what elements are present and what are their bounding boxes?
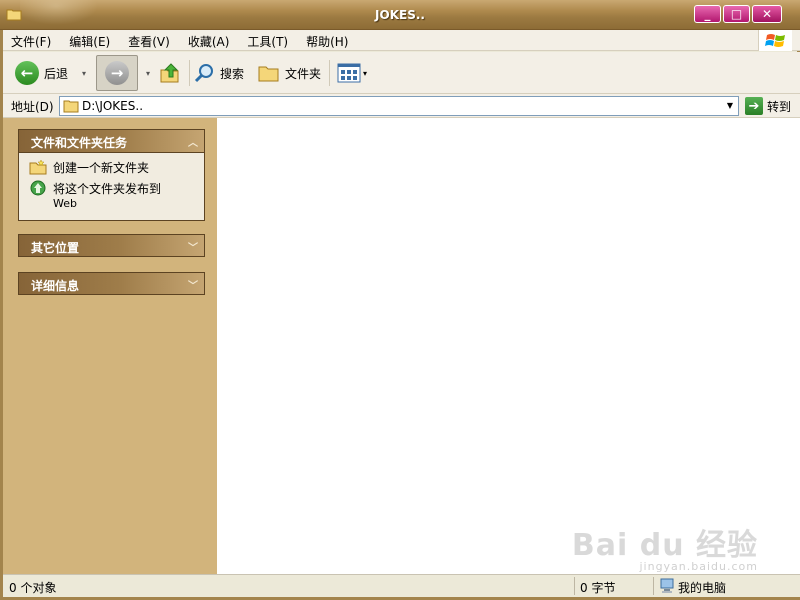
menu-file[interactable]: 文件(F) [11, 33, 51, 50]
up-folder-button[interactable] [159, 58, 181, 88]
search-icon [194, 64, 213, 83]
folders-label: 文件夹 [285, 66, 322, 81]
minimize-button[interactable]: _ [694, 5, 721, 23]
task-publish-web-label: 将这个文件夹发布到 [53, 182, 162, 196]
file-list-view[interactable]: Bai du 经验 jingyan.baidu.com [217, 118, 800, 574]
window-controls: _ □ ✕ [694, 5, 782, 23]
menu-help[interactable]: 帮助(H) [306, 33, 348, 50]
task-publish-web-sub: Web [53, 197, 77, 210]
details-title: 详细信息 [31, 279, 80, 293]
status-separator [574, 577, 575, 595]
maximize-button[interactable]: □ [723, 5, 750, 23]
minimize-icon: _ [704, 7, 711, 21]
search-label: 搜索 [220, 66, 245, 81]
go-arrow-icon: ➔ [745, 97, 763, 115]
forward-button[interactable]: → [96, 55, 138, 91]
status-object-count: 0 个对象 [9, 581, 57, 595]
task-publish-web[interactable]: 将这个文件夹发布到 Web [29, 180, 204, 210]
maximize-icon: □ [730, 7, 743, 21]
windows-logo-icon [758, 30, 792, 51]
file-folder-tasks-title: 文件和文件夹任务 [31, 136, 128, 150]
publish-web-icon [30, 180, 46, 196]
details-panel: 详细信息 ﹀ [18, 272, 205, 295]
forward-dropdown-icon[interactable]: ▾ [143, 58, 153, 88]
title-bar[interactable]: JOKES.. _ □ ✕ [0, 0, 800, 30]
close-button[interactable]: ✕ [752, 5, 782, 23]
address-bar: 地址(D) D:\JOKES.. ▼ ➔ 转到 [3, 94, 800, 118]
file-folder-tasks-panel: 文件和文件夹任务 ︿ 创建一个新文件夹 将这个文件夹发布到 Web [18, 129, 205, 221]
menu-view[interactable]: 查看(V) [128, 33, 170, 50]
file-folder-tasks-header[interactable]: 文件和文件夹任务 ︿ [18, 129, 205, 152]
task-pane: 文件和文件夹任务 ︿ 创建一个新文件夹 将这个文件夹发布到 Web 其它位置 ﹀… [3, 118, 217, 574]
status-bar: 0 个对象 0 字节 我的电脑 [3, 574, 800, 597]
task-new-folder[interactable]: 创建一个新文件夹 [29, 159, 204, 176]
menu-bar: 文件(F) 编辑(E) 查看(V) 收藏(A) 工具(T) 帮助(H) [3, 30, 800, 51]
new-folder-icon [29, 159, 47, 175]
address-input[interactable]: D:\JOKES.. ▼ [59, 96, 739, 116]
back-arrow-icon: ← [15, 61, 39, 85]
views-icon [337, 63, 361, 83]
explorer-window: JOKES.. _ □ ✕ 文件(F) 编辑(E) 查看(V) 收藏(A) 工具… [0, 0, 800, 600]
address-folder-icon [63, 100, 79, 113]
folders-button[interactable]: 文件夹 [258, 58, 321, 88]
other-places-header[interactable]: 其它位置 ﹀ [18, 234, 205, 257]
other-places-title: 其它位置 [31, 241, 80, 255]
views-dropdown-icon: ▾ [363, 68, 368, 78]
menu-favorites[interactable]: 收藏(A) [188, 33, 230, 50]
folders-icon [258, 66, 279, 82]
task-new-folder-label: 创建一个新文件夹 [53, 161, 150, 175]
window-title: JOKES.. [375, 8, 425, 22]
address-value: D:\JOKES.. [82, 99, 144, 113]
expand-icon[interactable]: ﹀ [188, 277, 198, 292]
close-icon: ✕ [761, 7, 773, 21]
toolbar-separator [329, 60, 330, 86]
views-button[interactable]: ▾ [337, 58, 367, 88]
go-button[interactable]: ➔ 转到 [745, 96, 791, 116]
search-button[interactable]: 搜索 [194, 58, 244, 88]
details-header[interactable]: 详细信息 ﹀ [18, 272, 205, 295]
status-size: 0 字节 [580, 581, 616, 595]
watermark-text: Bai du 经验 [571, 528, 758, 563]
watermark: Bai du 经验 jingyan.baidu.com [571, 520, 758, 573]
go-label: 转到 [767, 99, 792, 114]
toolbar-separator [189, 60, 190, 86]
collapse-icon[interactable]: ︿ [188, 134, 198, 149]
file-folder-tasks-body: 创建一个新文件夹 将这个文件夹发布到 Web [18, 152, 205, 221]
status-separator [653, 577, 654, 595]
status-location: 我的电脑 [678, 581, 727, 595]
watermark-sub: jingyan.baidu.com [639, 560, 758, 573]
menu-edit[interactable]: 编辑(E) [69, 33, 110, 50]
back-label: 后退 [44, 66, 69, 81]
back-dropdown-icon[interactable]: ▾ [79, 58, 89, 88]
other-places-panel: 其它位置 ﹀ [18, 234, 205, 257]
expand-icon[interactable]: ﹀ [188, 239, 198, 254]
forward-arrow-icon: → [105, 61, 129, 85]
up-folder-icon [160, 63, 179, 83]
menu-tools[interactable]: 工具(T) [247, 33, 288, 50]
standard-toolbar: ← 后退 ▾ → ▾ 搜索 文件夹 ▾ [3, 52, 800, 94]
my-computer-icon [660, 578, 674, 593]
address-dropdown-icon[interactable]: ▼ [724, 99, 736, 113]
back-button[interactable]: ← 后退 [15, 58, 68, 88]
address-label: 地址(D) [11, 100, 54, 114]
